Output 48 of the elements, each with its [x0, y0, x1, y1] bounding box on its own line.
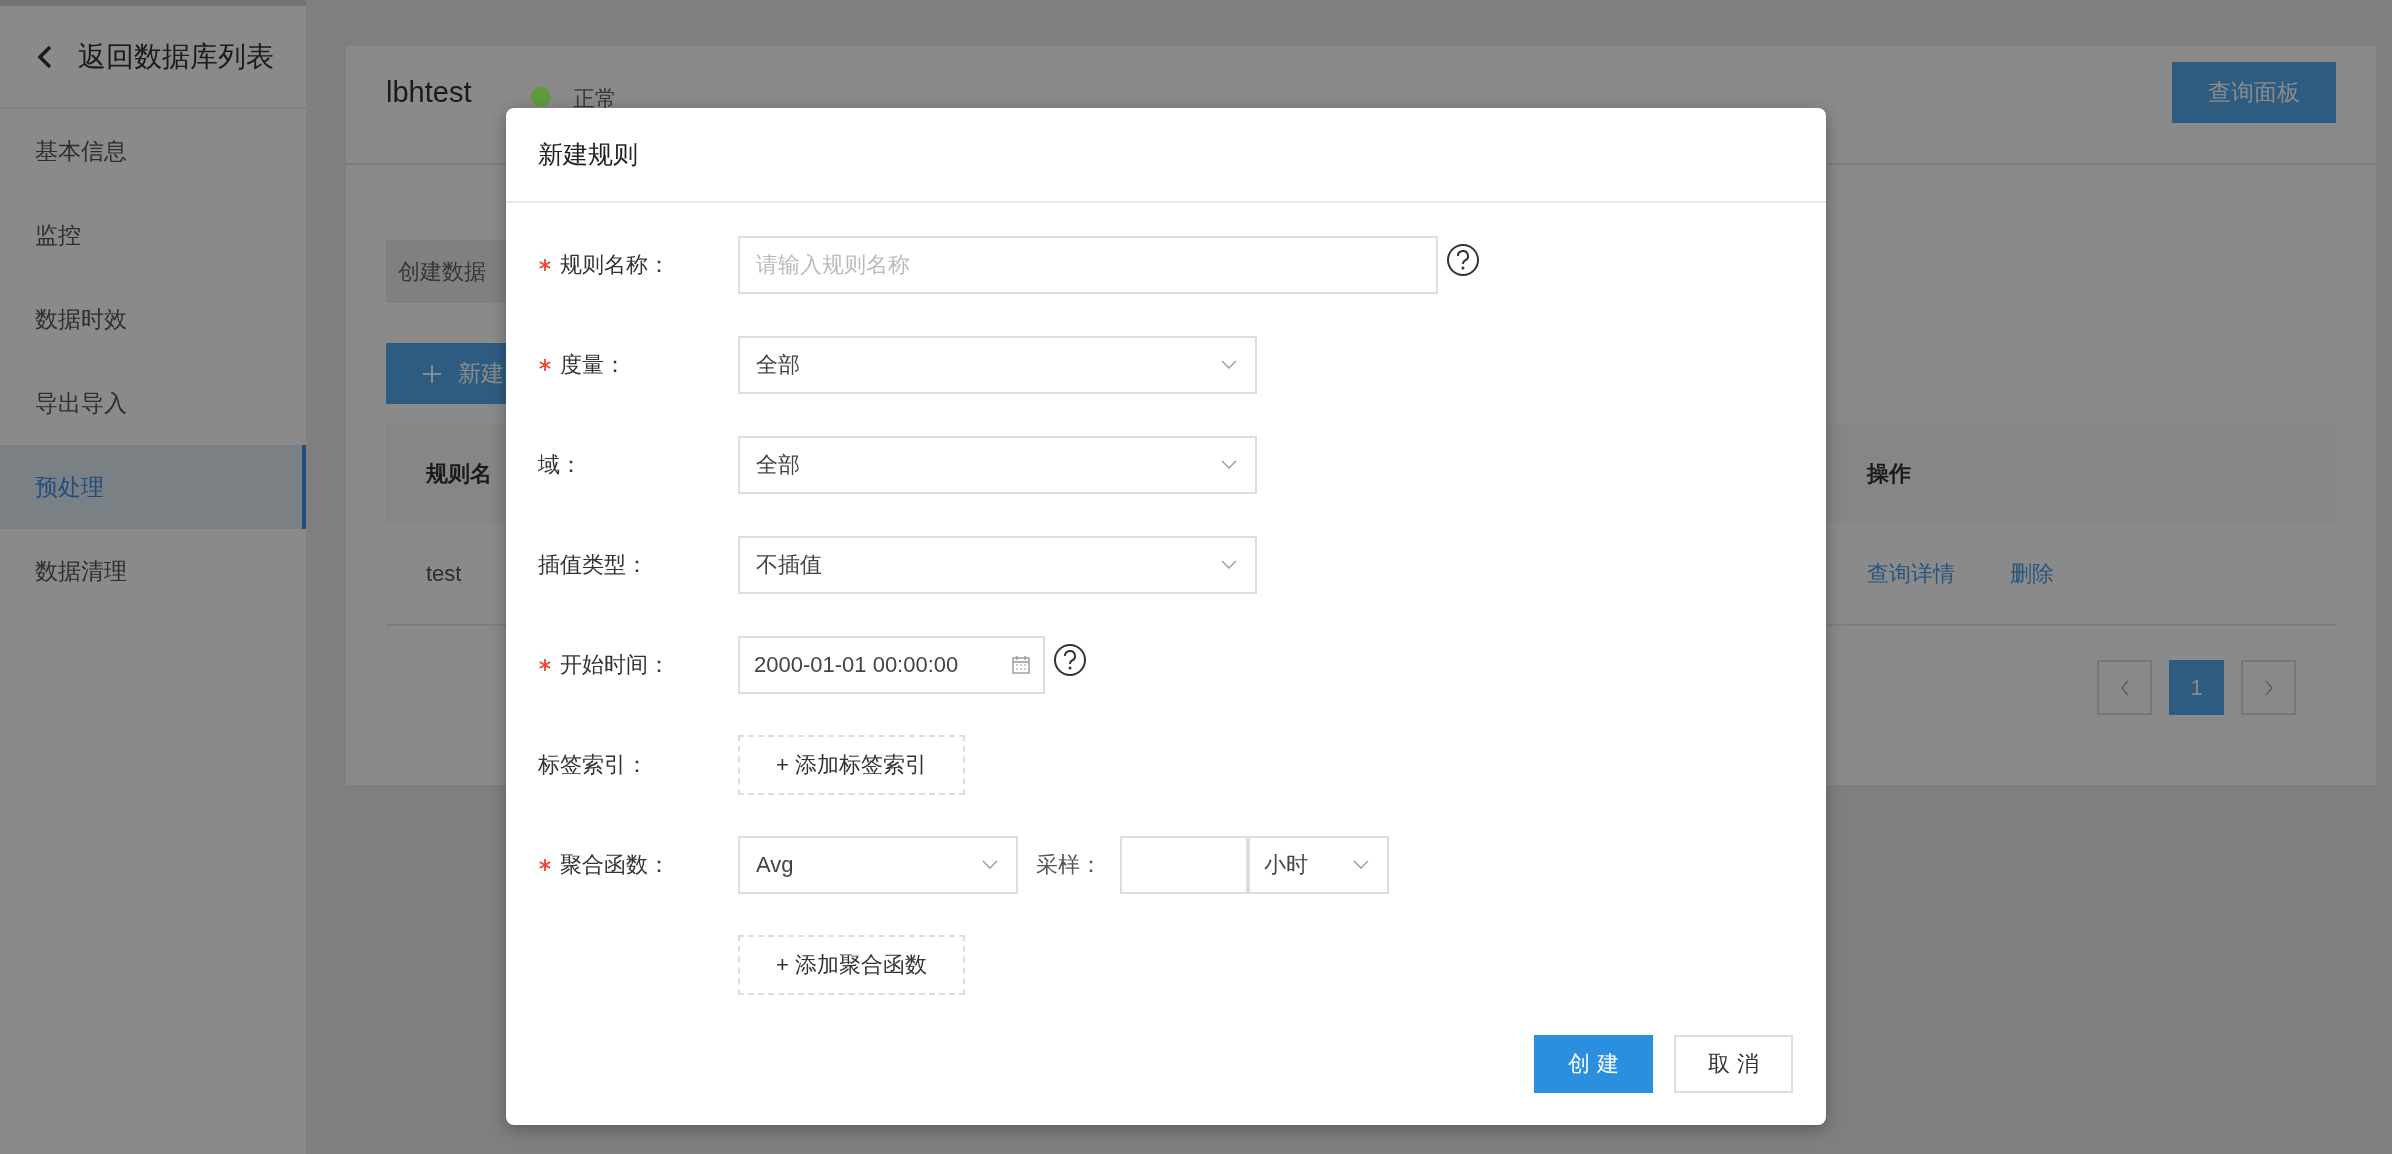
column-header: 操作: [1867, 459, 1911, 488]
sample-field[interactable]: [1120, 836, 1248, 894]
field-label: 开始时间：: [560, 651, 670, 679]
sidebar-item[interactable]: 数据时效: [0, 277, 306, 361]
action-link[interactable]: 删除: [2010, 558, 2054, 589]
field-label: 采样：: [1036, 851, 1102, 879]
chevron-left-icon: [2118, 678, 2131, 697]
sidebar-item[interactable]: 导出导入: [0, 361, 306, 445]
rule-name-field[interactable]: 请输入规则名称: [738, 236, 1438, 294]
action-link[interactable]: 查询详情: [1867, 558, 1955, 589]
field-label: 规则名称：: [560, 251, 670, 279]
dialog-title: 新建规则: [506, 108, 1826, 203]
sidebar-item[interactable]: 基本信息: [0, 109, 306, 193]
chevron-down-icon: [982, 860, 998, 870]
chevron-left-icon: [36, 43, 54, 70]
chevron-right-icon: [2262, 678, 2275, 697]
page-button[interactable]: 1: [2169, 660, 2224, 715]
field-label: 度量：: [560, 351, 626, 379]
date-field[interactable]: 2000-01-01 00:00:00: [738, 636, 1045, 694]
add-button[interactable]: + 添加聚合函数: [738, 935, 965, 995]
field-label: 聚合函数：: [560, 851, 670, 879]
select-field[interactable]: 全部: [738, 336, 1257, 394]
chevron-down-icon: [1221, 560, 1237, 570]
plus-icon: [422, 363, 442, 384]
sidebar-item[interactable]: 数据清理: [0, 529, 306, 613]
next-page-button[interactable]: [2241, 660, 2296, 715]
table-cell: test: [426, 560, 462, 587]
select-field[interactable]: Avg: [738, 836, 1018, 894]
field-label: 标签索引：: [538, 751, 648, 779]
query-panel-button[interactable]: 查询面板: [2172, 62, 2336, 123]
field-label: 域：: [538, 451, 582, 479]
select-field[interactable]: 全部: [738, 436, 1257, 494]
select-field[interactable]: 不插值: [738, 536, 1257, 594]
database-title: lbhtest: [386, 76, 472, 109]
select-field[interactable]: 小时: [1248, 836, 1389, 894]
add-button[interactable]: + 添加标签索引: [738, 735, 965, 795]
back-link[interactable]: 返回数据库列表: [0, 6, 306, 109]
column-header: 规则名: [426, 459, 492, 488]
chevron-down-icon: [1221, 360, 1237, 370]
field-label: 插值类型：: [538, 551, 648, 579]
cancel-button[interactable]: 取 消: [1674, 1035, 1793, 1093]
chevron-down-icon: [1353, 860, 1369, 870]
sidebar-item[interactable]: 预处理: [0, 445, 306, 529]
sidebar-item[interactable]: 监控: [0, 193, 306, 277]
create-button[interactable]: 创 建: [1534, 1035, 1653, 1093]
chevron-down-icon: [1221, 460, 1237, 470]
previous-page-button[interactable]: [2097, 660, 2152, 715]
calendar-icon: [1011, 655, 1031, 675]
